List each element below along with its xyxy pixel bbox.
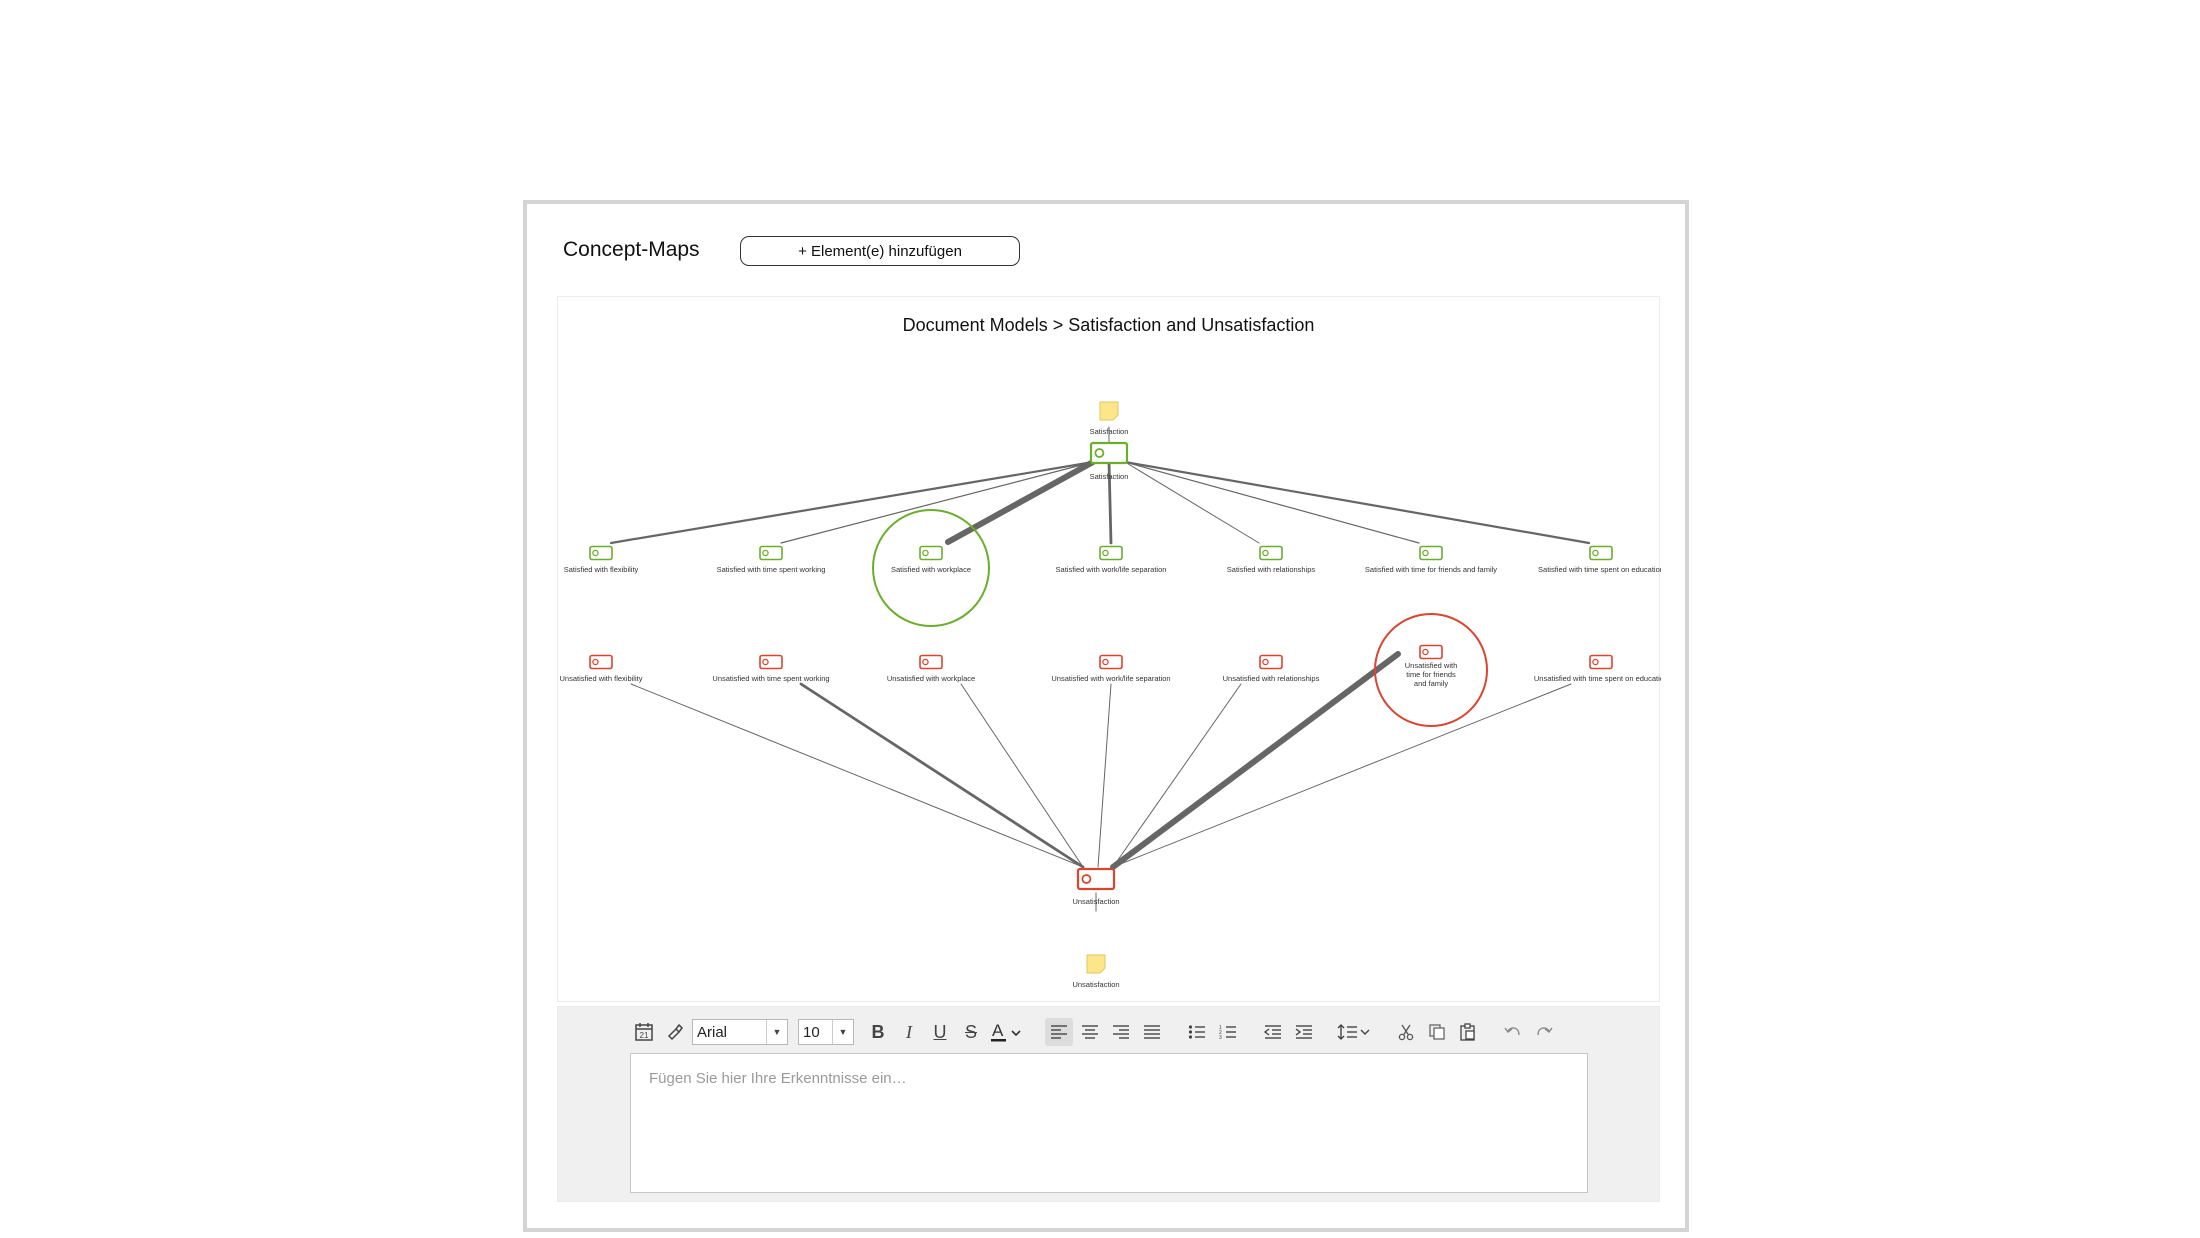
unsatisfied-code-icon-2[interactable] — [919, 654, 943, 670]
edge-satisfaction-1 — [780, 461, 1094, 544]
satisfied-code-icon-5[interactable] — [1419, 545, 1443, 561]
svg-text:A: A — [992, 1021, 1004, 1040]
unsatisfied-code-label-1: Unsatisfied with time spent working — [712, 674, 829, 683]
satisfaction-code-label: Satisfaction — [1090, 472, 1129, 481]
edge-unsatisfaction-0 — [630, 683, 1084, 868]
satisfied-code-icon-6[interactable] — [1589, 545, 1613, 561]
satisfied-code-label-0: Satisfied with flexibility — [564, 565, 639, 574]
font-size-value: 10 — [803, 1023, 820, 1041]
unsatisfied-code-icon-5[interactable] — [1419, 644, 1443, 660]
satisfied-code-icon-1[interactable] — [759, 545, 783, 561]
satisfaction-memo-label: Satisfaction — [1090, 427, 1129, 436]
unsatisfied-code-label-2: Unsatisfied with workplace — [887, 674, 975, 683]
edge-unsatisfaction-3 — [1097, 683, 1112, 868]
format-painter-icon[interactable] — [661, 1018, 689, 1046]
copy-icon[interactable] — [1423, 1018, 1451, 1046]
unsatisfied-code-label-6: Unsatisfied with time spent on education — [1534, 674, 1661, 683]
satisfied-code-label-5: Satisfied with time for friends and fami… — [1365, 565, 1497, 574]
satisfied-code-label-2: Satisfied with workplace — [891, 565, 971, 574]
satisfied-code-label-3: Satisfied with work/life separation — [1056, 565, 1167, 574]
unsatisfied-code-icon-1[interactable] — [759, 654, 783, 670]
align-right-icon[interactable] — [1107, 1018, 1135, 1046]
edge-unsatisfaction-1 — [799, 682, 1085, 869]
edge-satisfaction-6 — [1123, 460, 1591, 545]
font-family-select[interactable]: Arial ▼ — [692, 1019, 788, 1045]
indent-icon[interactable] — [1290, 1018, 1318, 1046]
align-left-icon[interactable] — [1045, 1018, 1073, 1046]
edge-unsatisfaction-6 — [1112, 683, 1572, 868]
bullet-list-icon[interactable] — [1183, 1018, 1211, 1046]
unsatisfied-code-icon-3[interactable] — [1099, 654, 1123, 670]
chevron-down-icon: ▼ — [832, 1020, 853, 1044]
font-color-icon[interactable]: A — [988, 1018, 1028, 1046]
add-element-button[interactable]: + Element(e) hinzufügen — [740, 236, 1020, 266]
satisfied-code-icon-0[interactable] — [589, 545, 613, 561]
unsatisfied-code-icon-0[interactable] — [589, 654, 613, 670]
line-spacing-icon[interactable] — [1335, 1018, 1375, 1046]
align-center-icon[interactable] — [1076, 1018, 1104, 1046]
insights-textarea[interactable]: Fügen Sie hier Ihre Erkenntnisse ein… — [630, 1053, 1588, 1193]
unsatisfied-code-label-4: Unsatisfied with relationships — [1223, 674, 1320, 683]
unsatisfaction-memo-label: Unsatisfaction — [1072, 980, 1119, 989]
unsatisfied-code-label-5-line-1: time for friends — [1406, 670, 1456, 679]
satisfaction-code-icon-frame[interactable] — [1089, 441, 1129, 465]
satisfied-code-icon-3[interactable] — [1099, 545, 1123, 561]
font-family-value: Arial — [697, 1023, 728, 1041]
unsatisfaction-code-label: Unsatisfaction — [1072, 897, 1119, 906]
redo-icon[interactable] — [1530, 1018, 1558, 1046]
concept-map-canvas[interactable]: Document Models > Satisfaction and Unsat… — [557, 296, 1661, 1003]
unsatisfaction-code-icon[interactable] — [1076, 867, 1116, 891]
concept-map-graph[interactable]: Satisfaction Satisfaction Unsatisfaction Un… — [558, 297, 1661, 1003]
satisfied-code-label-6: Satisfied with time spent on education — [1538, 565, 1661, 574]
strikethrough-icon[interactable]: S — [957, 1018, 985, 1046]
bold-icon[interactable]: B — [864, 1018, 892, 1046]
unsatisfaction-code-icon-frame[interactable] — [1076, 867, 1116, 891]
panel-title: Concept-Maps — [563, 238, 700, 261]
satisfied-code-label-4: Satisfied with relationships — [1227, 565, 1316, 574]
paste-icon[interactable] — [1454, 1018, 1482, 1046]
unsatisfied-code-label-0: Unsatisfied with flexibility — [560, 674, 643, 683]
justify-icon[interactable] — [1138, 1018, 1166, 1046]
svg-text:3: 3 — [1219, 1035, 1222, 1040]
edge-unsatisfaction-4 — [1112, 683, 1242, 868]
underline-icon[interactable]: U — [926, 1018, 954, 1046]
italic-icon[interactable]: I — [895, 1018, 923, 1046]
font-size-select[interactable]: 10 ▼ — [798, 1019, 854, 1045]
outdent-icon[interactable] — [1259, 1018, 1287, 1046]
numbered-list-icon[interactable]: 123 — [1214, 1018, 1242, 1046]
satisfied-code-icon-4[interactable] — [1259, 545, 1283, 561]
satisfied-code-icon-2[interactable] — [919, 545, 943, 561]
cut-icon[interactable] — [1392, 1018, 1420, 1046]
insert-date-icon[interactable]: 21 — [630, 1018, 658, 1046]
satisfaction-code-icon[interactable] — [1089, 441, 1129, 465]
concept-maps-panel: Concept-Maps + Element(e) hinzufügen Doc… — [523, 200, 1689, 1232]
unsatisfied-code-icon-6[interactable] — [1589, 654, 1613, 670]
unsatisfied-code-label-3: Unsatisfied with work/life separation — [1051, 674, 1170, 683]
unsatisfied-code-label-5-line-0: Unsatisfied with — [1405, 661, 1458, 670]
chevron-down-icon: ▼ — [766, 1020, 787, 1044]
edge-satisfaction-5 — [1124, 461, 1420, 544]
svg-text:21: 21 — [640, 1031, 649, 1040]
editor-toolbar: 21 Arial ▼ 10 ▼ B I U S A 1 2 3 — [630, 1017, 1561, 1047]
edge-unsatisfaction-5 — [1110, 651, 1401, 870]
satisfaction-memo-icon[interactable] — [1099, 401, 1119, 421]
unsatisfaction-memo-icon[interactable] — [1086, 954, 1106, 974]
satisfied-code-label-1: Satisfied with time spent working — [717, 565, 826, 574]
unsatisfied-code-label-5-line-2: and family — [1414, 679, 1448, 688]
unsatisfied-code-icon-4[interactable] — [1259, 654, 1283, 670]
notes-editor: 21 Arial ▼ 10 ▼ B I U S A 1 2 3 Fügen Si… — [557, 1006, 1660, 1202]
edge-unsatisfaction-2 — [960, 683, 1084, 868]
undo-icon[interactable] — [1499, 1018, 1527, 1046]
